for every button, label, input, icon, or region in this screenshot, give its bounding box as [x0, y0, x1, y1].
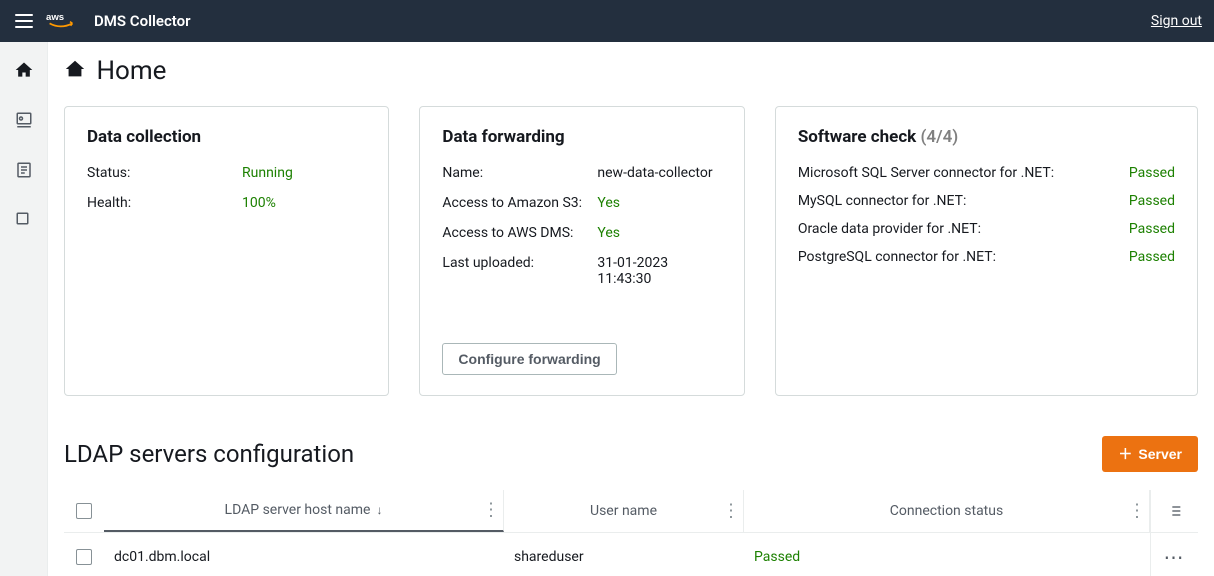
status-value: Running	[242, 165, 366, 181]
name-value: new-data-collector	[597, 165, 721, 181]
card-title: Software check (4/4)	[798, 127, 1175, 147]
status-label: Status:	[87, 165, 242, 181]
cell-host: dc01.dbm.local	[104, 533, 504, 576]
row-actions-button[interactable]: ⋯	[1164, 545, 1186, 569]
ldap-section-title: LDAP servers configuration	[64, 440, 354, 468]
configure-forwarding-button[interactable]: Configure forwarding	[442, 343, 616, 375]
add-server-button[interactable]: ＋Server	[1102, 436, 1198, 472]
software-count: (4/4)	[921, 127, 959, 147]
main-content: Home Data collection Status: Running Hea…	[48, 42, 1214, 576]
card-title: Data forwarding	[442, 127, 721, 147]
sidebar-discovery-icon[interactable]	[8, 104, 40, 136]
health-value: 100%	[242, 195, 366, 211]
cell-user: shareduser	[504, 533, 744, 576]
column-menu-icon[interactable]: ⋮	[722, 501, 739, 522]
check-label: PostgreSQL connector for .NET:	[798, 249, 996, 265]
sidebar-home-icon[interactable]	[8, 54, 40, 86]
table-header: LDAP server host name↓ ⋮ User name ⋮ Con…	[64, 490, 1198, 533]
row-checkbox[interactable]	[76, 549, 92, 565]
select-all-checkbox[interactable]	[76, 503, 92, 519]
check-status: Passed	[1129, 165, 1175, 181]
check-status: Passed	[1129, 249, 1175, 265]
menu-toggle[interactable]	[8, 5, 40, 37]
topbar: aws DMS Collector Sign out	[0, 0, 1214, 42]
sidebar-inventory-icon[interactable]	[8, 154, 40, 186]
check-label: Microsoft SQL Server connector for .NET:	[798, 165, 1054, 181]
cell-status: Passed	[744, 533, 1150, 576]
software-check-card: Software check (4/4) Microsoft SQL Serve…	[775, 106, 1198, 396]
check-status: Passed	[1129, 193, 1175, 209]
data-forwarding-card: Data forwarding Name: new-data-collector…	[419, 106, 744, 396]
check-status: Passed	[1129, 221, 1175, 237]
card-title: Data collection	[87, 127, 366, 147]
sort-desc-icon: ↓	[376, 503, 382, 517]
page-title: Home	[64, 56, 166, 86]
sidebar-health-icon[interactable]	[8, 204, 40, 236]
app-title: DMS Collector	[94, 12, 191, 30]
aws-logo: aws	[46, 10, 82, 32]
uploaded-value: 31-01-2023 11:43:30	[597, 255, 721, 287]
column-host[interactable]: LDAP server host name↓ ⋮	[104, 490, 504, 532]
svg-text:aws: aws	[46, 12, 64, 23]
dms-label: Access to AWS DMS:	[442, 225, 597, 241]
s3-label: Access to Amazon S3:	[442, 195, 597, 211]
dms-value: Yes	[597, 225, 721, 241]
column-settings[interactable]	[1150, 490, 1198, 532]
sidebar	[0, 42, 48, 576]
sign-out-link[interactable]: Sign out	[1151, 13, 1202, 29]
column-user[interactable]: User name ⋮	[504, 490, 744, 532]
plus-icon: ＋	[1118, 444, 1132, 464]
table-row: dc01.dbm.local shareduser Passed ⋯	[64, 533, 1198, 576]
column-menu-icon[interactable]: ⋮	[1128, 501, 1145, 522]
name-label: Name:	[442, 165, 597, 181]
uploaded-label: Last uploaded:	[442, 255, 597, 287]
health-label: Health:	[87, 195, 242, 211]
check-label: MySQL connector for .NET:	[798, 193, 967, 209]
column-status[interactable]: Connection status ⋮	[744, 490, 1150, 532]
ldap-table: LDAP server host name↓ ⋮ User name ⋮ Con…	[64, 490, 1198, 576]
check-label: Oracle data provider for .NET:	[798, 221, 981, 237]
s3-value: Yes	[597, 195, 721, 211]
home-icon	[64, 57, 92, 87]
column-menu-icon[interactable]: ⋮	[482, 500, 499, 521]
data-collection-card: Data collection Status: Running Health: …	[64, 106, 389, 396]
